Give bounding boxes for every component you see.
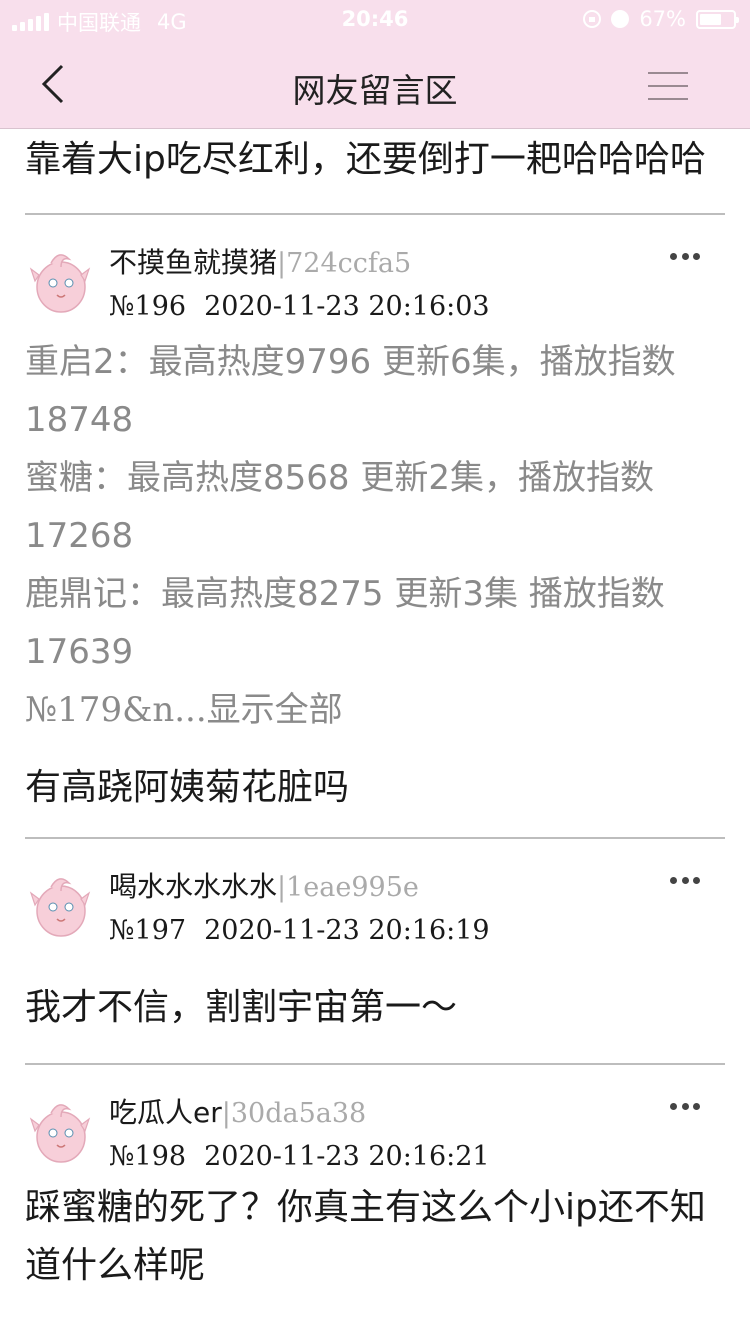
alarm-icon bbox=[611, 10, 630, 28]
timestamp: 2020-11-23 20:16:19 bbox=[204, 915, 490, 946]
user-id: |724ccfa5 bbox=[277, 248, 412, 279]
more-options-button[interactable] bbox=[670, 873, 700, 887]
quote-line: 重启2：最高热度9796 更新6集，播放指数18748 bbox=[25, 342, 676, 440]
battery-level bbox=[700, 13, 721, 25]
comment-text: 我才不信，割割宇宙第一～ bbox=[25, 987, 458, 1028]
timestamp: 2020-11-23 20:16:21 bbox=[204, 1141, 490, 1172]
comment-header: 吃瓜人er|30da5a38 №198 2020-11-23 20:16:21 bbox=[109, 1091, 725, 1179]
comment-text: 有高跷阿姨菊花脏吗 bbox=[25, 767, 350, 808]
user-id: |30da5a38 bbox=[221, 1098, 367, 1129]
comment-item: 不摸鱼就摸猪|724ccfa5 №196 2020-11-23 20:16:03 … bbox=[25, 215, 725, 837]
timestamp: 2020-11-23 20:16:03 bbox=[204, 291, 490, 322]
quote-line: 鹿鼎记：最高热度8275 更新3集 播放指数17639 bbox=[25, 574, 665, 672]
avatar[interactable] bbox=[25, 245, 95, 317]
battery-percent: 67% bbox=[639, 7, 686, 31]
menu-button[interactable] bbox=[648, 70, 688, 102]
status-right: 67% bbox=[583, 7, 739, 31]
username[interactable]: 吃瓜人er bbox=[109, 1096, 222, 1129]
username[interactable]: 不摸鱼就摸猪 bbox=[109, 246, 277, 279]
floor-number: №197 bbox=[109, 915, 187, 946]
comment-meta: №198 2020-11-23 20:16:21 bbox=[109, 1135, 725, 1179]
user-id: |1eae995e bbox=[277, 872, 419, 903]
comment-item: 喝水水水水水|1eae995e №197 2020-11-23 20:16:19 … bbox=[25, 839, 725, 1063]
comment-header: 不摸鱼就摸猪|724ccfa5 №196 2020-11-23 20:16:03 bbox=[109, 241, 725, 329]
comment-meta: №197 2020-11-23 20:16:19 bbox=[109, 909, 725, 953]
username[interactable]: 喝水水水水水 bbox=[109, 870, 277, 903]
avatar[interactable] bbox=[25, 869, 95, 941]
rotation-lock-icon bbox=[583, 10, 602, 28]
battery-icon bbox=[696, 9, 739, 29]
comment-meta: №196 2020-11-23 20:16:03 bbox=[109, 285, 725, 329]
more-options-button[interactable] bbox=[670, 249, 700, 263]
comment-feed: 靠着大ip吃尽红利，还要倒打一耙哈哈哈哈 不摸鱼就摸猪|724ccfa5 №19… bbox=[25, 129, 725, 1295]
quoted-reply: 重启2：最高热度9796 更新6集，播放指数18748 蜜糖：最高热度8568 … bbox=[25, 329, 725, 739]
comment-header: 喝水水水水水|1eae995e №197 2020-11-23 20:16:19 bbox=[109, 865, 725, 953]
quote-line: 蜜糖：最高热度8568 更新2集，播放指数17268 bbox=[25, 458, 654, 556]
hamburger-menu-icon bbox=[648, 72, 688, 74]
nav-bar: 网友留言区 bbox=[0, 40, 750, 129]
more-options-button[interactable] bbox=[670, 1099, 700, 1113]
floor-number: №198 bbox=[109, 1141, 187, 1172]
post-text: 靠着大ip吃尽红利，还要倒打一耙哈哈哈哈 bbox=[25, 139, 706, 180]
status-bar: 中国联通 4G 20:46 67% bbox=[0, 0, 750, 40]
comment-text: 踩蜜糖的死了？你真主有这么个小ip还不知道什么样呢 bbox=[25, 1187, 706, 1286]
show-all-link[interactable]: №179&n...显示全部 bbox=[25, 681, 725, 739]
comment-item: 吃瓜人er|30da5a38 №198 2020-11-23 20:16:21 踩… bbox=[25, 1065, 725, 1295]
page-title: 网友留言区 bbox=[292, 71, 458, 110]
floor-number: №196 bbox=[109, 291, 187, 322]
avatar[interactable] bbox=[25, 1095, 95, 1167]
